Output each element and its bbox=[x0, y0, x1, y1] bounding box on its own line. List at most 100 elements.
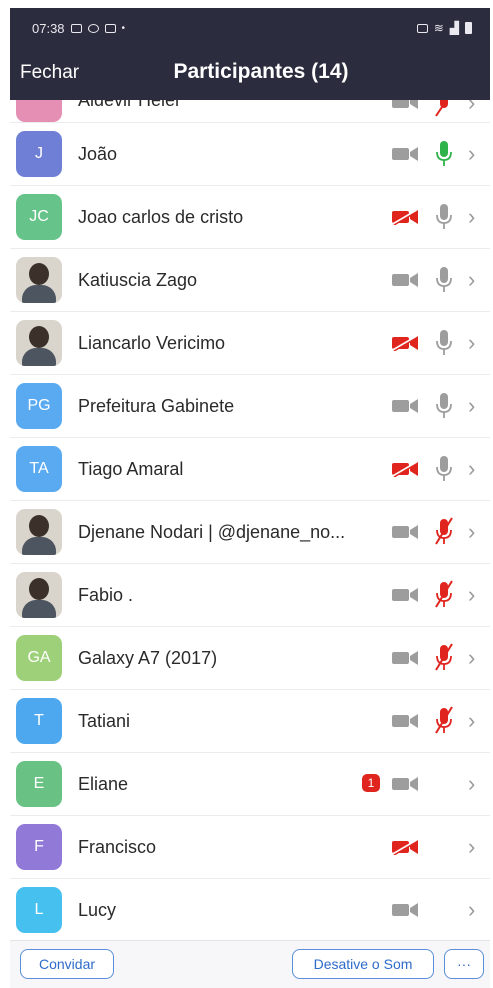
avatar-initials: TA bbox=[29, 460, 49, 477]
list-item[interactable]: Katiuscia Zago › bbox=[10, 249, 490, 312]
list-item-partial[interactable]: Aldevir Heier › bbox=[10, 100, 490, 123]
avatar: E bbox=[16, 761, 62, 807]
camera-icon bbox=[392, 777, 418, 791]
mic-icon bbox=[436, 393, 452, 418]
list-item[interactable]: T Tatiani › bbox=[10, 690, 490, 753]
camera-icon bbox=[392, 100, 418, 109]
invite-button[interactable]: Convidar bbox=[20, 949, 114, 979]
mic-muted-icon bbox=[435, 100, 448, 117]
chevron-right-icon: › bbox=[468, 582, 476, 607]
camera-icon bbox=[392, 399, 418, 413]
gallery-icon bbox=[70, 23, 82, 33]
footer-bar: Convidar Desative o Som ··· bbox=[10, 940, 490, 988]
status-time: 07:38 bbox=[32, 20, 65, 36]
chevron-right-icon: › bbox=[468, 771, 476, 796]
camera-off-icon bbox=[392, 461, 418, 477]
list-item[interactable]: E Eliane 1 › bbox=[10, 753, 490, 816]
more-options-button[interactable]: ··· bbox=[444, 949, 484, 979]
list-item[interactable]: GA Galaxy A7 (2017) › bbox=[10, 627, 490, 690]
participant-name: Aldevir Heier bbox=[78, 100, 182, 110]
avatar: GA bbox=[16, 635, 62, 681]
camera-icon bbox=[392, 525, 418, 539]
avatar bbox=[16, 257, 62, 303]
avatar bbox=[16, 509, 62, 555]
camera-icon bbox=[392, 651, 418, 665]
participant-name: Eliane bbox=[78, 773, 129, 794]
mic-icon bbox=[436, 204, 452, 229]
chevron-right-icon: › bbox=[468, 897, 476, 922]
avatar bbox=[16, 100, 62, 122]
list-item[interactable]: Fabio . › bbox=[10, 564, 490, 627]
avatar-initials: GA bbox=[27, 649, 51, 666]
participant-name: Francisco bbox=[78, 836, 157, 857]
chevron-right-icon: › bbox=[468, 645, 476, 670]
list-item[interactable]: JC Joao carlos de cristo › bbox=[10, 186, 490, 249]
header: Fechar Participantes (14) bbox=[10, 48, 490, 100]
mic-muted-icon bbox=[435, 580, 453, 608]
participant-name: Joao carlos de cristo bbox=[78, 206, 244, 227]
whatsapp-icon bbox=[87, 23, 99, 33]
list-item[interactable]: J João › bbox=[10, 123, 490, 186]
participant-name: Fabio . bbox=[78, 584, 134, 605]
mic-icon bbox=[436, 330, 452, 355]
chevron-right-icon: › bbox=[468, 834, 476, 859]
chevron-right-icon: › bbox=[468, 141, 476, 166]
vibrate-icon bbox=[416, 23, 428, 33]
list-item[interactable]: L Lucy › bbox=[10, 879, 490, 940]
status-bar: 07:38 • ≋ ▟ bbox=[10, 8, 490, 48]
camera-off-icon bbox=[392, 209, 418, 225]
list-item[interactable]: TA Tiago Amaral › bbox=[10, 438, 490, 501]
participant-name: Galaxy A7 (2017) bbox=[78, 647, 218, 668]
avatar-initials: J bbox=[35, 145, 43, 162]
chevron-right-icon: › bbox=[468, 204, 476, 229]
dot-icon: • bbox=[121, 22, 126, 34]
mic-icon bbox=[436, 456, 452, 481]
avatar-initials: F bbox=[34, 838, 44, 855]
chevron-right-icon: › bbox=[468, 393, 476, 418]
avatar-initials: JC bbox=[29, 208, 49, 225]
participant-name: Liancarlo Vericimo bbox=[78, 332, 226, 353]
avatar: TA bbox=[16, 446, 62, 492]
mic-icon bbox=[436, 267, 452, 292]
camera-off-icon bbox=[392, 839, 418, 855]
mic-muted-icon bbox=[435, 643, 453, 671]
avatar-initials: T bbox=[34, 712, 44, 729]
camera-icon bbox=[392, 588, 418, 602]
signal-icon: ▟ bbox=[449, 21, 459, 35]
list-item[interactable]: Djenane Nodari | @djenane_no... › bbox=[10, 501, 490, 564]
camera-icon bbox=[392, 714, 418, 728]
camera-off-icon bbox=[392, 335, 418, 351]
avatar-initials: PG bbox=[27, 397, 51, 414]
camera-icon bbox=[392, 147, 418, 161]
avatar: JC bbox=[16, 194, 62, 240]
camera-icon bbox=[392, 903, 418, 917]
avatar: L bbox=[16, 887, 62, 933]
participant-name: Prefeitura Gabinete bbox=[78, 395, 235, 416]
avatar bbox=[16, 320, 62, 366]
avatar: PG bbox=[16, 383, 62, 429]
avatar-initials: L bbox=[34, 901, 44, 918]
mail-icon bbox=[104, 23, 116, 33]
avatar: F bbox=[16, 824, 62, 870]
status-left: 07:38 • bbox=[32, 21, 125, 36]
status-right: ≋ ▟ bbox=[416, 21, 472, 35]
participant-name: Tatiani bbox=[78, 710, 131, 731]
battery-icon bbox=[465, 22, 472, 34]
participant-name: Katiuscia Zago bbox=[78, 269, 198, 290]
list-item[interactable]: F Francisco › bbox=[10, 816, 490, 879]
participant-name: João bbox=[78, 143, 118, 164]
list-item[interactable]: Liancarlo Vericimo › bbox=[10, 312, 490, 375]
participant-list[interactable]: Aldevir Heier › J João › JC Joao carlos de c… bbox=[10, 100, 490, 940]
list-item[interactable]: PG Prefeitura Gabinete › bbox=[10, 375, 490, 438]
mic-active-icon bbox=[436, 141, 452, 166]
participant-name: Lucy bbox=[78, 899, 117, 920]
chevron-right-icon: › bbox=[468, 708, 476, 733]
chevron-right-icon: › bbox=[468, 519, 476, 544]
mic-muted-icon bbox=[435, 517, 453, 545]
chevron-right-icon: › bbox=[468, 100, 476, 115]
page-title: Participantes (14) bbox=[173, 60, 349, 83]
mute-all-button[interactable]: Desative o Som bbox=[292, 949, 434, 979]
chevron-right-icon: › bbox=[468, 456, 476, 481]
chevron-right-icon: › bbox=[468, 330, 476, 355]
avatar bbox=[16, 572, 62, 618]
